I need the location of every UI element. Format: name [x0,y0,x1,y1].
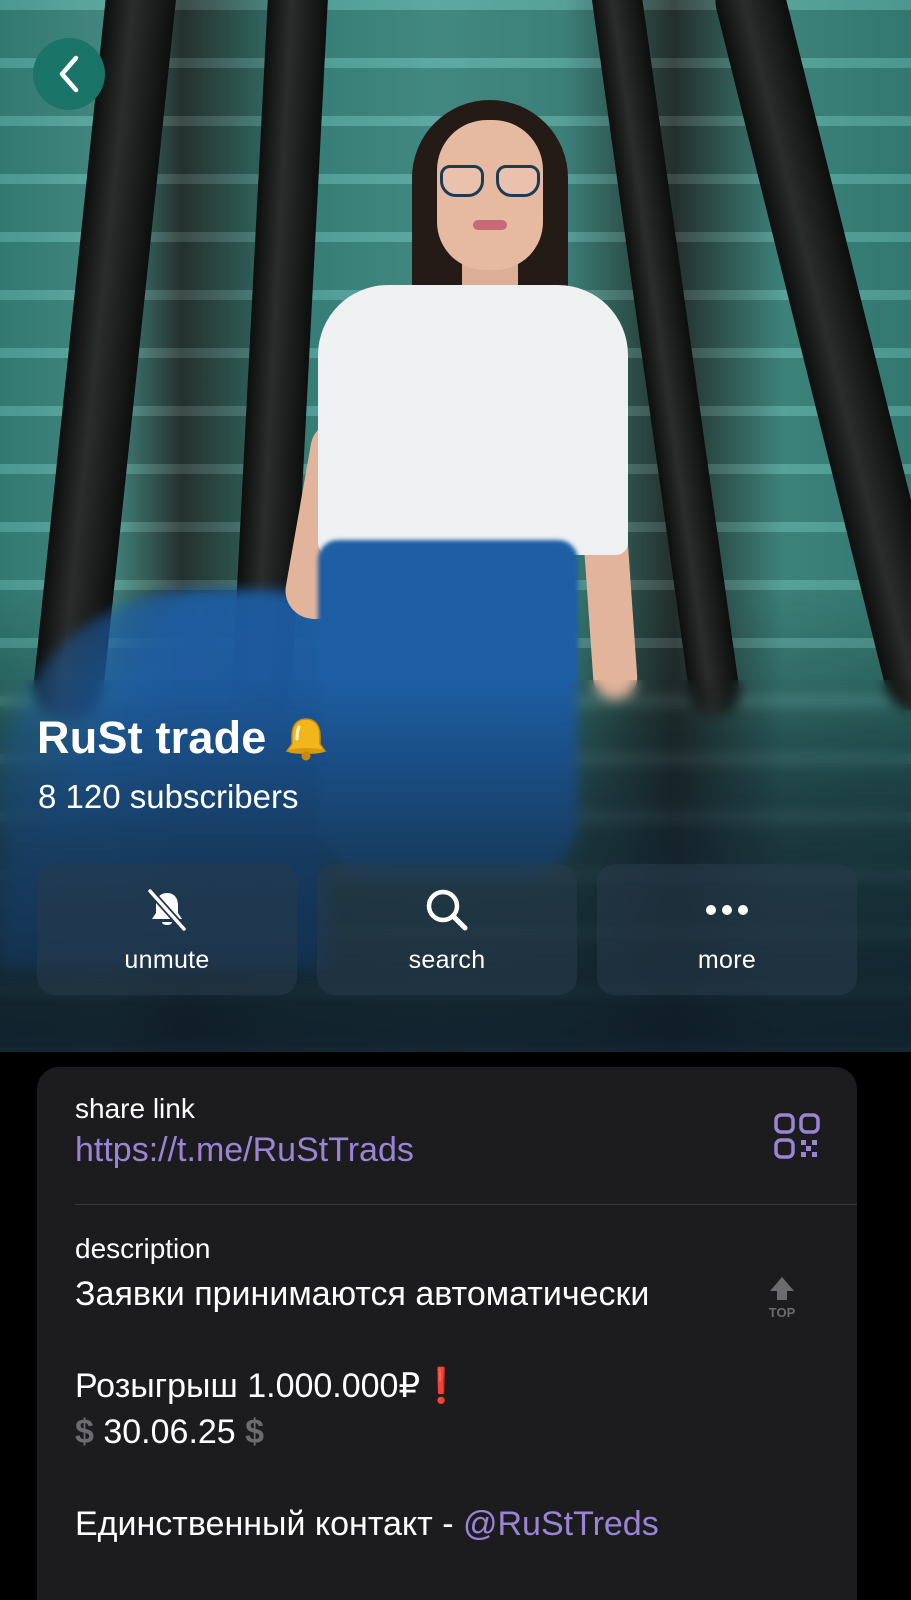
share-link-row[interactable]: share link https://t.me/RuStTrads [75,1093,414,1170]
subscriber-count: 8 120 subscribers [38,778,299,815]
description-line-2: Розыгрыш 1.000.000₽❗ [75,1363,659,1409]
channel-info-card: share link https://t.me/RuStTrads descri… [37,1067,857,1600]
contact-mention-link[interactable]: @RuStTreds [463,1505,659,1543]
share-link-label: share link [75,1093,195,1124]
back-button[interactable] [33,38,105,110]
channel-actions: unmute search more [37,864,857,995]
top-arrow-icon: TOP [769,1277,796,1320]
description-line-3: $ 30.06.25 $ [75,1409,659,1455]
dollar-emoji: $ [75,1413,94,1451]
search-icon [426,889,468,931]
channel-header-photo: RuSt trade 8 120 subscribers unmute sear… [0,0,911,1052]
chevron-left-icon [59,55,79,93]
bell-slash-icon [146,887,188,933]
description-line-4: Единственный контакт - @RuStTreds [75,1501,659,1547]
search-button[interactable]: search [317,864,577,995]
divider [75,1204,857,1205]
more-button[interactable]: more [597,864,857,995]
description-block: description Заявки принимаются автоматич… [75,1233,659,1547]
exclamation-emoji: ❗ [420,1367,463,1405]
channel-name: RuSt trade [37,712,267,763]
channel-title-row: RuSt trade [37,712,331,764]
giveaway-date: 30.06.25 [93,1413,246,1451]
unmute-button[interactable]: unmute [37,864,297,995]
more-label: more [697,946,757,974]
svg-text:TOP: TOP [769,1305,796,1320]
description-label: description [75,1233,211,1264]
description-line-1: Заявки принимаются автоматически [75,1275,650,1313]
more-dots-icon [706,905,748,915]
giveaway-text: Розыгрыш 1.000.000₽ [75,1367,421,1405]
qr-code-icon[interactable] [774,1113,820,1159]
contact-text: Единственный контакт - [75,1505,463,1543]
share-link[interactable]: https://t.me/RuStTrads [75,1131,414,1170]
dollar-emoji: $ [245,1413,265,1451]
unmute-label: unmute [124,946,210,974]
bell-emoji-icon [285,718,326,761]
search-label: search [408,946,486,974]
